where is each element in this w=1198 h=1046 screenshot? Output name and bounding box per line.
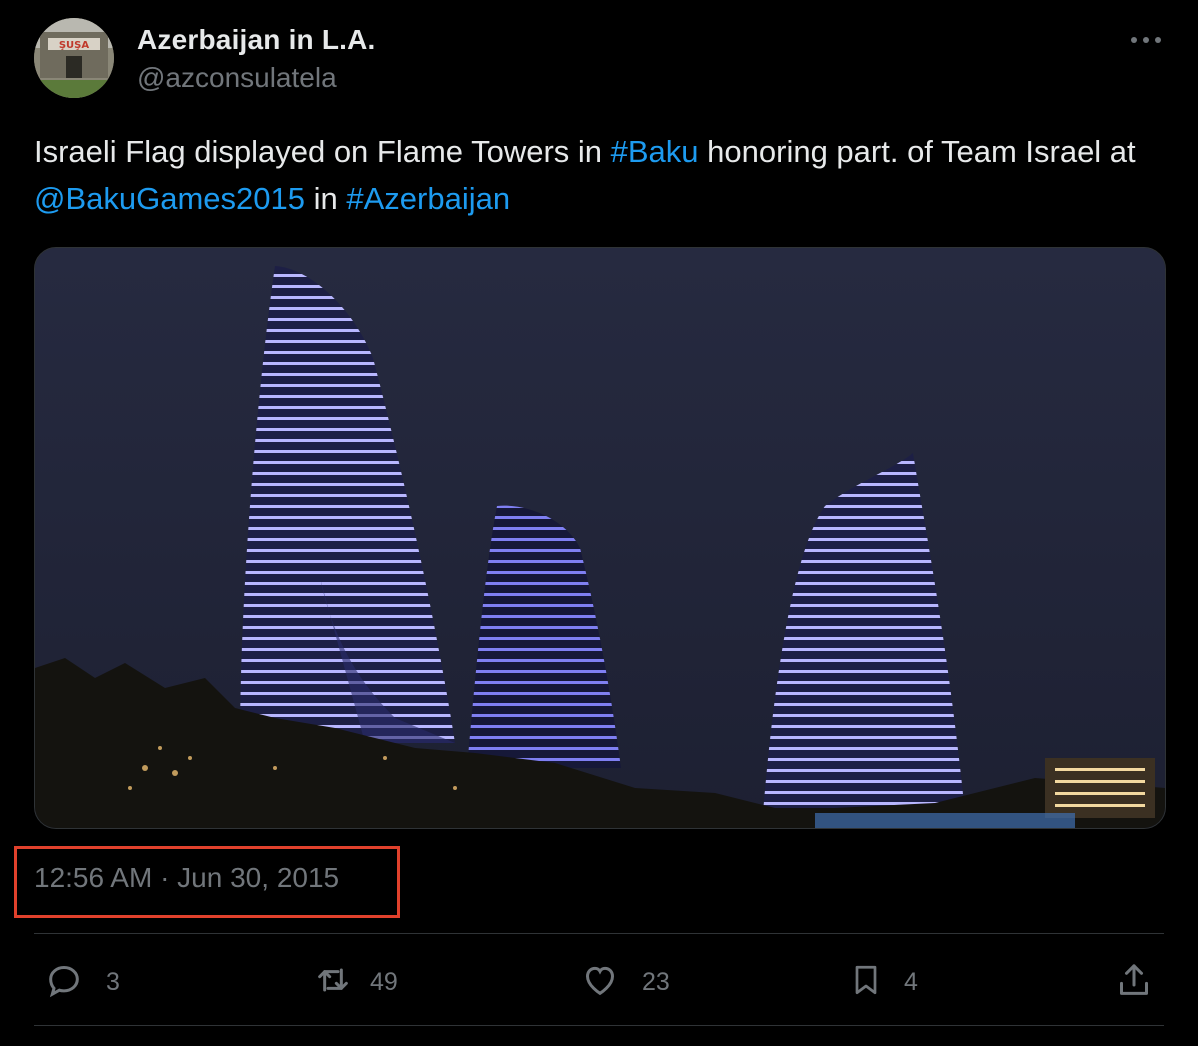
reply-button[interactable]: 3	[44, 960, 120, 1004]
timestamp-highlight-box	[14, 846, 400, 918]
like-icon	[580, 960, 620, 1005]
share-button[interactable]	[1114, 960, 1154, 1004]
mention-bakugames2015-link[interactable]: @BakuGames2015	[34, 181, 305, 216]
author-display-name[interactable]: Azerbaijan in L.A.	[137, 24, 376, 56]
hashtag-azerbaijan-link[interactable]: #Azerbaijan	[346, 181, 510, 216]
tweet-text-part: Israeli Flag displayed on Flame Towers i…	[34, 134, 611, 169]
share-icon	[1114, 959, 1154, 1006]
repost-button[interactable]: 49	[312, 960, 398, 1004]
avatar[interactable]: ŞUŞA	[34, 18, 114, 98]
repost-count: 49	[370, 967, 398, 996]
tweet-media-image[interactable]	[34, 247, 1166, 829]
hashtag-baku-link[interactable]: #Baku	[611, 134, 699, 169]
bookmark-icon	[848, 959, 884, 1006]
tweet-text: Israeli Flag displayed on Flame Towers i…	[34, 128, 1154, 222]
tweet-text-part: honoring part. of Team Israel at	[698, 134, 1136, 169]
repost-icon	[312, 960, 354, 1005]
like-button[interactable]: 23	[580, 960, 670, 1004]
author-handle[interactable]: @azconsulatela	[137, 62, 337, 94]
more-icon[interactable]	[1128, 22, 1168, 58]
tweet-text-part: in	[305, 181, 347, 216]
bookmark-count: 4	[904, 967, 918, 996]
bookmark-button[interactable]: 4	[848, 960, 918, 1004]
reply-count: 3	[106, 967, 120, 996]
divider	[34, 933, 1164, 934]
avatar-sign-text: ŞUŞA	[59, 40, 90, 51]
reply-icon	[44, 960, 84, 1005]
like-count: 23	[642, 967, 670, 996]
divider	[34, 1025, 1164, 1026]
